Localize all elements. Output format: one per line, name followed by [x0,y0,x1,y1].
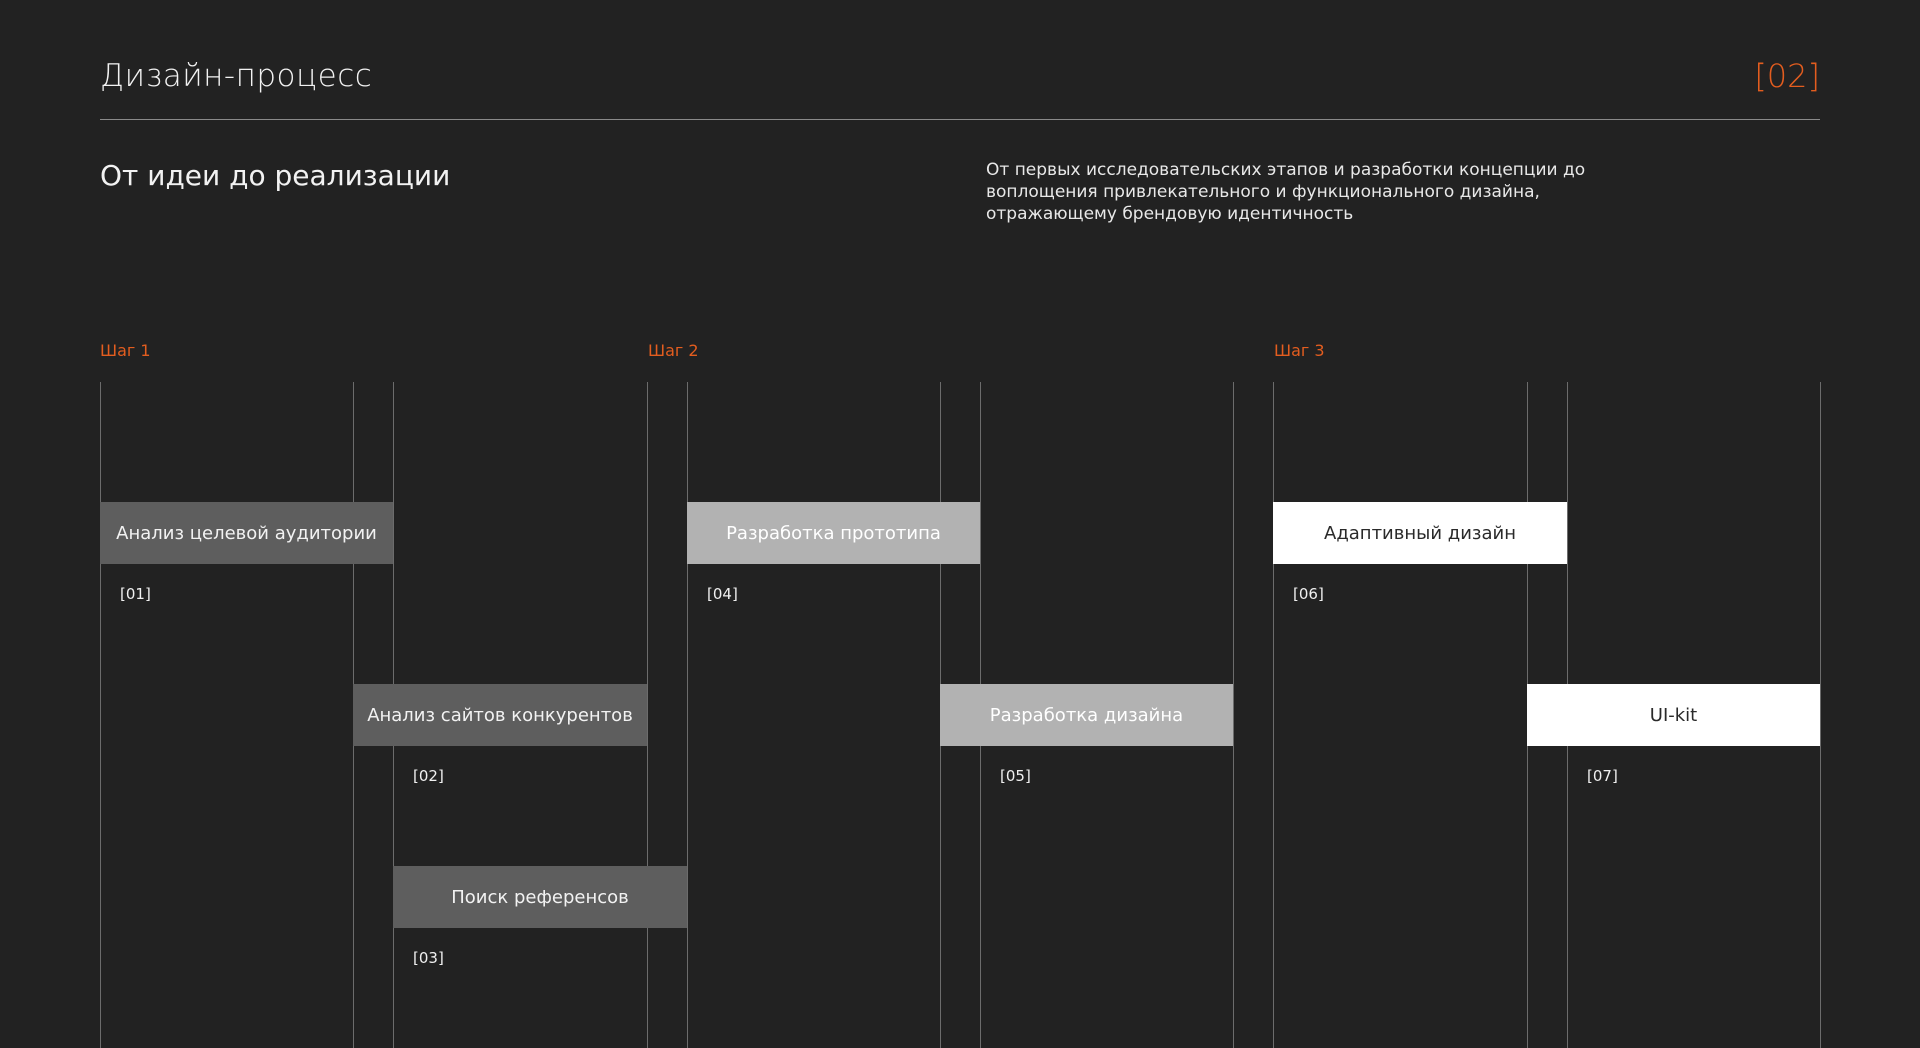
design-process-slide: Дизайн-процесс [02] От идеи до реализаци… [0,0,1920,1048]
task-number-07: [07] [1587,767,1618,785]
step-1-label: Шаг 1 [100,341,151,360]
task-number-01: [01] [120,585,151,603]
step-3-label: Шаг 3 [1274,341,1325,360]
task-number-04: [04] [707,585,738,603]
section-subtitle: От идеи до реализации [100,159,451,192]
task-bar-07: UI-kit [1527,684,1820,746]
section-description: От первых исследовательских этапов и раз… [986,160,1586,224]
task-bar-01: Анализ целевой аудитории [100,502,393,564]
task-bar-05: Разработка дизайна [940,684,1233,746]
task-bar-02: Анализ сайтов конкурентов [353,684,647,746]
task-bar-06: Адаптивный дизайн [1273,502,1567,564]
task-bar-04: Разработка прототипа [687,502,980,564]
grid-line [1820,382,1821,1048]
grid-line [647,382,648,1048]
task-bar-03: Поиск референсов [393,866,687,928]
page-title: Дизайн-процесс [100,58,373,94]
step-2-label: Шаг 2 [648,341,699,360]
page-number: [02] [1754,57,1820,95]
task-number-02: [02] [413,767,444,785]
task-number-06: [06] [1293,585,1324,603]
grid-line [100,382,101,1048]
task-number-05: [05] [1000,767,1031,785]
grid-line [687,382,688,1048]
grid-line [1233,382,1234,1048]
grid-line [1273,382,1274,1048]
header-divider [100,119,1820,120]
task-number-03: [03] [413,949,444,967]
